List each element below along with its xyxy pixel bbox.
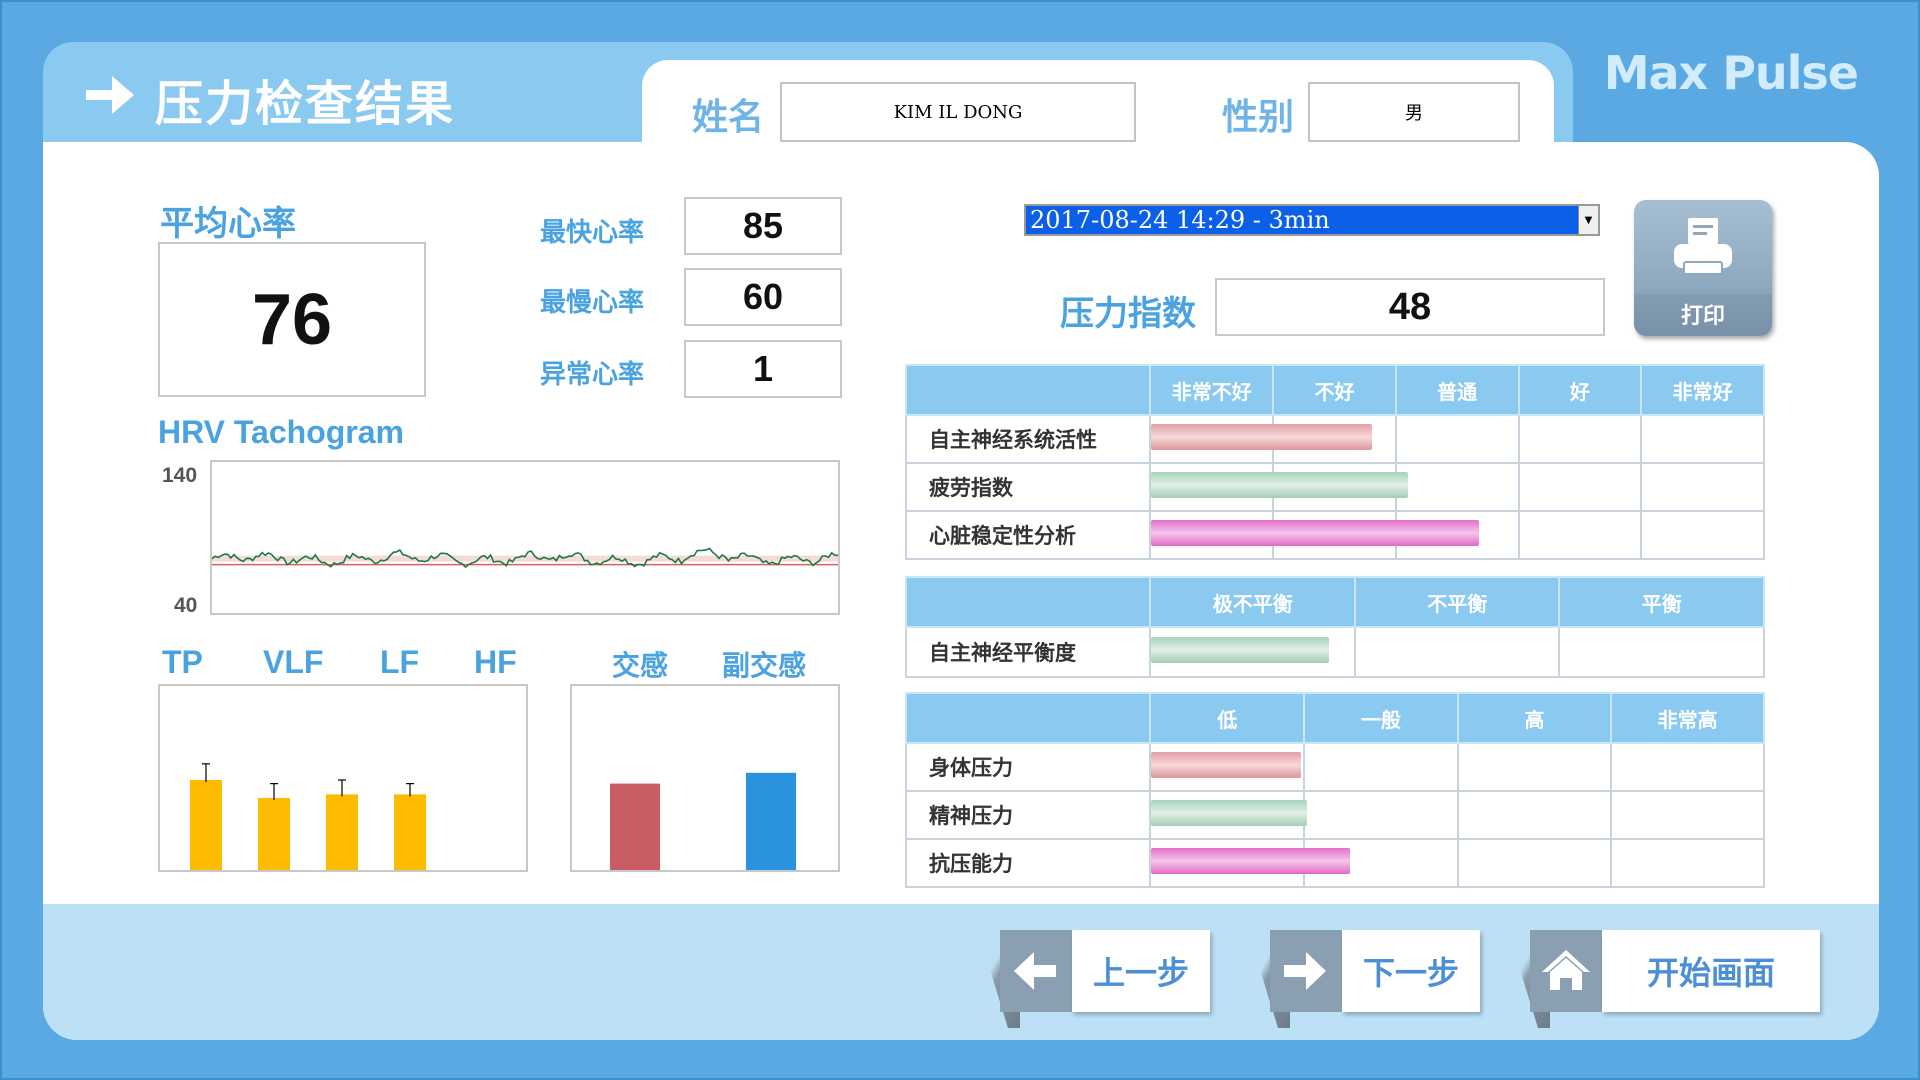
gender-field: 男 <box>1308 82 1520 142</box>
stress-index-value: 48 <box>1215 278 1605 336</box>
hrv-chart <box>210 460 840 615</box>
gender-label: 性别 <box>1222 97 1295 138</box>
home-label: 开始画面 <box>1602 930 1820 1012</box>
prev-label: 上一步 <box>1072 930 1210 1012</box>
arrow-right-icon <box>86 76 134 114</box>
print-button[interactable]: 打印 <box>1634 200 1772 336</box>
hrv-title: HRV Tachogram <box>158 414 404 450</box>
avg-hr-value: 76 <box>158 242 426 397</box>
hrv-y-max: 140 <box>162 464 198 487</box>
next-label: 下一步 <box>1342 930 1480 1012</box>
row-label-stress-resistance: 抗压能力 <box>904 838 1152 888</box>
next-button[interactable]: 下一步 <box>1254 930 1480 1028</box>
ans-plot <box>610 772 796 870</box>
level-bar <box>1151 800 1307 826</box>
row-label-ans-activity: 自主神经系统活性 <box>904 414 1152 464</box>
session-select-value: 2017-08-24 14:29 - 3min <box>1030 206 1330 234</box>
arrow-right-icon <box>1284 952 1326 990</box>
col-good: 好 <box>1517 364 1643 416</box>
prev-icon-bg <box>1000 930 1072 1012</box>
level-bar <box>1151 424 1372 450</box>
name-label: 姓名 <box>692 97 765 138</box>
ans-bar-1 <box>746 772 796 870</box>
ans-chart <box>570 684 840 872</box>
level-bar <box>1151 637 1329 663</box>
row-label-ans-balance: 自主神经平衡度 <box>904 626 1152 678</box>
ans-bar-0 <box>610 783 660 870</box>
tp-label: TP <box>162 644 203 680</box>
spectrum-plot <box>190 763 426 870</box>
col-high: 高 <box>1456 692 1613 744</box>
col-low: 低 <box>1149 692 1306 744</box>
col-medium: 一般 <box>1303 692 1459 744</box>
table-corner <box>904 692 1152 744</box>
page-title: 压力检查结果 <box>155 76 456 132</box>
stress-index-label: 压力指数 <box>1060 294 1196 334</box>
print-label: 打印 <box>1680 304 1725 329</box>
row-label-fatigue: 疲劳指数 <box>904 462 1152 512</box>
col-normal: 普通 <box>1394 364 1520 416</box>
level-bar <box>1151 752 1301 778</box>
table-corner <box>904 576 1152 628</box>
spectrum-bar-lf <box>326 794 358 870</box>
home-button[interactable]: 开始画面 <box>1514 930 1820 1028</box>
level-bar <box>1151 472 1408 498</box>
level-bar <box>1151 520 1479 546</box>
next-icon-bg <box>1270 930 1342 1012</box>
table-corner <box>904 364 1152 416</box>
fastest-hr-label: 最快心率 <box>540 218 645 248</box>
level-bar <box>1151 848 1350 874</box>
session-select[interactable]: 2017-08-24 14:29 - 3min ▼ <box>1024 204 1600 236</box>
row-label-heart-stability: 心脏稳定性分析 <box>904 510 1152 560</box>
name-field: KIM IL DONG <box>780 82 1136 142</box>
col-balanced: 平衡 <box>1558 576 1765 628</box>
col-unbalanced: 不平衡 <box>1353 576 1561 628</box>
spectrum-bar-tp <box>190 780 222 870</box>
spectrum-chart <box>158 684 528 872</box>
abnormal-hr-label: 异常心率 <box>540 360 645 390</box>
balance-table: 极不平衡 不平衡 平衡 自主神经平衡度 <box>904 576 1765 678</box>
hrv-plot <box>211 547 838 569</box>
vlf-label: VLF <box>263 644 324 680</box>
avg-hr-label: 平均心率 <box>160 204 296 244</box>
col-very-bad: 非常不好 <box>1149 364 1275 416</box>
hf-label: HF <box>474 644 517 680</box>
parasympathetic-label: 副交感 <box>722 649 807 682</box>
printer-icon <box>1674 218 1732 275</box>
row-label-mental-stress: 精神压力 <box>904 790 1152 840</box>
fastest-hr-value: 85 <box>684 197 842 255</box>
spectrum-bar-hf <box>394 794 426 870</box>
home-icon <box>1542 950 1590 990</box>
brand-logo: Max Pulse <box>1603 46 1859 100</box>
arrow-left-icon <box>1014 952 1056 990</box>
abnormal-hr-value: 1 <box>684 340 842 398</box>
col-bad: 不好 <box>1272 364 1397 416</box>
col-very-high: 非常高 <box>1610 692 1765 744</box>
hrv-y-min: 40 <box>174 594 198 617</box>
home-icon-bg <box>1530 930 1602 1012</box>
prev-button[interactable]: 上一步 <box>984 930 1210 1028</box>
col-very-good: 非常好 <box>1640 364 1765 416</box>
slowest-hr-value: 60 <box>684 268 842 326</box>
chevron-down-icon[interactable]: ▼ <box>1578 206 1598 234</box>
spectrum-bar-vlf <box>258 798 290 870</box>
col-very-unbalanced: 极不平衡 <box>1149 576 1356 628</box>
slowest-hr-label: 最慢心率 <box>540 288 645 318</box>
lf-label: LF <box>380 644 420 680</box>
row-label-physical-stress: 身体压力 <box>904 742 1152 792</box>
sympathetic-label: 交感 <box>612 649 669 682</box>
